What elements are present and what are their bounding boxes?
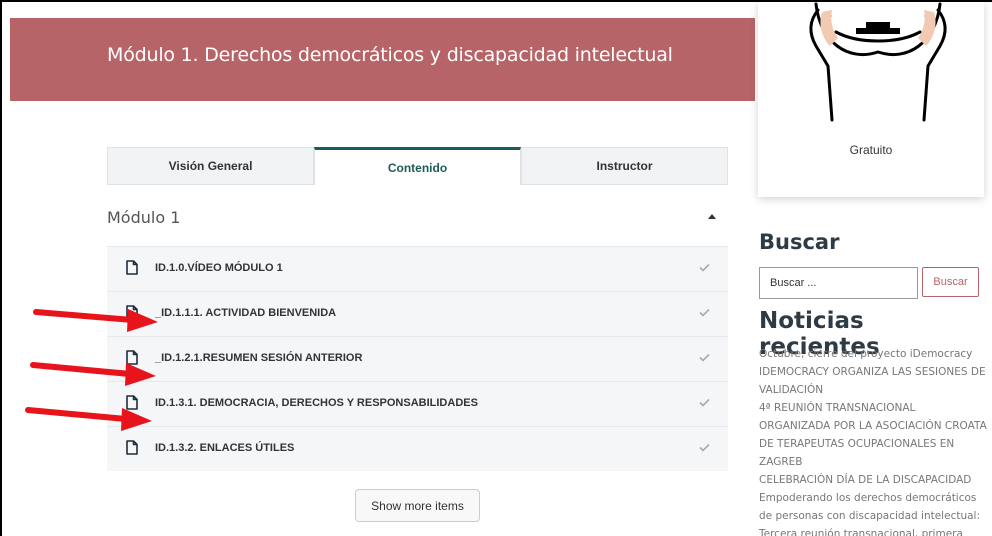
lesson-label: _ID.1.2.1.RESUMEN SESIÓN ANTERIOR bbox=[155, 352, 363, 364]
news-link[interactable]: CELEBRACIÓN DÍA DE LA DISCAPACIDAD bbox=[759, 471, 987, 489]
course-price-label: Gratuito bbox=[849, 143, 893, 157]
lesson-label: ID.1.0.VÍDEO MÓDULO 1 bbox=[155, 262, 283, 274]
lesson-list: ID.1.0.VÍDEO MÓDULO 1 _ID.1.1.1. ACTIVID… bbox=[107, 246, 728, 471]
checkmark-icon bbox=[699, 443, 710, 452]
news-link[interactable]: Empoderando los derechos democráticos de… bbox=[759, 489, 987, 536]
lesson-item[interactable]: ID.1.3.2. ENLACES ÚTILES bbox=[107, 426, 728, 471]
red-arrow-icon bbox=[30, 362, 156, 386]
checkmark-icon bbox=[699, 308, 710, 317]
search-input[interactable] bbox=[759, 267, 918, 299]
checkmark-icon bbox=[699, 263, 710, 272]
checkmark-icon bbox=[699, 353, 710, 362]
lesson-label: ID.1.3.2. ENLACES ÚTILES bbox=[155, 442, 295, 454]
document-icon bbox=[126, 440, 138, 455]
red-arrow-icon bbox=[25, 407, 152, 431]
show-more-button[interactable]: Show more items bbox=[355, 489, 480, 522]
search-heading: Buscar bbox=[759, 230, 840, 254]
news-link[interactable]: Octubre, cierre del proyecto iDemocracy bbox=[759, 345, 987, 363]
tab-contenido[interactable]: Contenido bbox=[314, 147, 521, 185]
course-card: Gratuito bbox=[758, 2, 984, 197]
news-link[interactable]: IDEMOCRACY ORGANIZA LAS SESIONES DE VALI… bbox=[759, 363, 987, 399]
lesson-label: _ID.1.1.1. ACTIVIDAD BIENVENIDA bbox=[155, 307, 337, 319]
annotation-arrows bbox=[25, 309, 158, 431]
hands-holding-ballot-box-icon bbox=[809, 2, 947, 122]
lesson-label: ID.1.3.1. DEMOCRACIA, DERECHOS Y RESPONS… bbox=[155, 397, 478, 409]
tab-instructor[interactable]: Instructor bbox=[521, 147, 728, 185]
search-button[interactable]: Buscar bbox=[922, 267, 979, 297]
lesson-item[interactable]: _ID.1.1.1. ACTIVIDAD BIENVENIDA bbox=[107, 291, 728, 336]
caret-up-icon[interactable] bbox=[708, 214, 716, 219]
course-title: Módulo 1. Derechos democráticos y discap… bbox=[107, 44, 673, 66]
lesson-item[interactable]: ID.1.3.1. DEMOCRACIA, DERECHOS Y RESPONS… bbox=[107, 381, 728, 426]
recent-news-list: Octubre, cierre del proyecto iDemocracy … bbox=[759, 345, 987, 536]
lesson-item[interactable]: _ID.1.2.1.RESUMEN SESIÓN ANTERIOR bbox=[107, 336, 728, 381]
checkmark-icon bbox=[699, 398, 710, 407]
red-arrow-icon bbox=[33, 309, 158, 332]
news-link[interactable]: 4ª REUNIÓN TRANSNACIONAL ORGANIZADA POR … bbox=[759, 399, 987, 471]
course-tabs: Visión General Contenido Instructor bbox=[107, 147, 728, 185]
lesson-item[interactable]: ID.1.0.VÍDEO MÓDULO 1 bbox=[107, 246, 728, 291]
